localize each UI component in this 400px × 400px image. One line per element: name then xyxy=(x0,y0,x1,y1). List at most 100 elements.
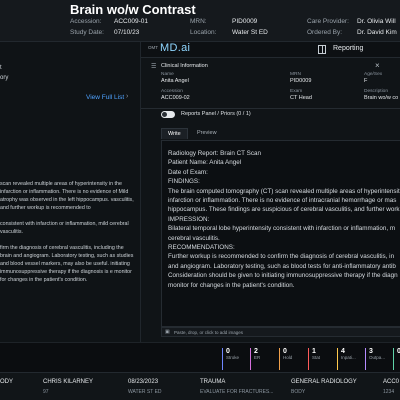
worklist-category: TRAUMA xyxy=(200,379,226,385)
worklist-location: WATER ST ED xyxy=(128,389,162,395)
priority-status-bar: 0 Stroke 2 ER 0 Hold 1 Stat 4 Inpati... … xyxy=(0,342,400,372)
report-line: cerebral vasculitis. xyxy=(168,234,220,242)
reporting-icon[interactable] xyxy=(318,45,326,54)
image-drop-bar[interactable]: ▣ Paste, drop, or click to add images xyxy=(161,327,400,337)
view-full-list-link[interactable]: View Full List xyxy=(86,94,124,101)
reports-panel-text: Reports Panel xyxy=(181,111,216,117)
status-count: 0 xyxy=(283,348,287,355)
report-line: Patient Name: Anita Angel xyxy=(168,159,242,167)
report-line: hippocampus. These findings are suspicio… xyxy=(168,206,400,214)
reporting-toolbar: OMT MD.ai Reporting xyxy=(141,42,400,58)
prior-report-paragraph: consistent with infarction or inflammati… xyxy=(0,221,129,235)
status-count: 4 xyxy=(341,348,345,355)
location-value: Water St ED xyxy=(232,29,268,36)
exam-accession: ACC009-02 xyxy=(161,95,190,101)
divider xyxy=(141,108,400,109)
study-date-meta: Study Date: 07/10/23 xyxy=(70,29,140,36)
reporting-button[interactable]: Reporting xyxy=(333,45,363,52)
chevron-right-icon[interactable]: › xyxy=(126,93,128,100)
report-line: Radiology Report: Brain CT Scan xyxy=(168,150,261,157)
description-label: Description xyxy=(364,89,388,94)
care-provider-value: Dr. Olivia Will xyxy=(357,18,396,25)
report-text[interactable]: Radiology Report: Brain CT Scan Patient … xyxy=(168,149,400,290)
report-line: FINDINGS: xyxy=(168,178,200,186)
status-stat[interactable]: 1 Stat xyxy=(308,348,330,370)
prior-report-paragraph: firm the diagnosis of cerebral vasculiti… xyxy=(0,245,134,283)
worklist-cell: ODY xyxy=(0,379,14,385)
list-icon: ☰ xyxy=(151,64,157,70)
status-outpatient[interactable]: 3 Outpa... xyxy=(365,348,387,370)
exam-description: Brain wo/w co xyxy=(364,95,399,101)
tab-preview[interactable]: Preview xyxy=(191,128,223,138)
study-date-value: 07/10/23 xyxy=(114,29,140,36)
left-panel-subheading: ory xyxy=(0,75,9,81)
mrn-meta: MRN: PID0009 xyxy=(190,18,258,25)
exam-type: CT Head xyxy=(290,95,312,101)
priors-count: Priors (0 / 1) xyxy=(220,111,251,117)
age-sex-label: Age/Sex xyxy=(364,72,383,77)
tab-write[interactable]: Write xyxy=(161,128,188,139)
worklist-date: 08/23/2023 xyxy=(128,379,159,385)
reporting-panel: OMT MD.ai Reporting ☰ Clinical Informati… xyxy=(140,42,400,342)
status-inpatient[interactable]: 4 Inpati... xyxy=(337,348,359,370)
report-line: RECOMMENDATIONS: xyxy=(168,244,235,252)
mdai-logo: MD.ai xyxy=(160,42,191,54)
report-line: Further workup is recommended to confirm… xyxy=(168,253,395,261)
prior-report-panel: t ory View Full List › scan revealed mul… xyxy=(0,42,140,342)
exam-label: Exam xyxy=(290,89,303,94)
report-line: IMPRESSION: xyxy=(168,215,210,223)
reports-panel-label: Reports Panel / Priors (0 / 1) xyxy=(181,111,251,117)
accession-value: ACC009-01 xyxy=(114,18,148,25)
image-icon: ▣ xyxy=(165,329,170,335)
status-stroke[interactable]: 0 Stroke xyxy=(222,348,244,370)
name-label: Name xyxy=(161,72,174,77)
patient-name: Anita Angel xyxy=(161,78,189,84)
worklist-row[interactable]: ODY CHRIS KILARNEY 97 08/23/2023 WATER S… xyxy=(0,372,400,400)
status-label: Stat xyxy=(312,355,321,360)
status-count: 1 xyxy=(312,348,316,355)
status-er[interactable]: 2 ER xyxy=(250,348,272,370)
status-label: Outpa... xyxy=(369,355,386,360)
care-provider-meta: Care Provider: Dr. Olivia Will xyxy=(307,18,396,25)
accession-meta: Accession: ACC009-01 xyxy=(70,18,148,25)
left-panel-heading: t xyxy=(0,65,2,71)
report-line: Bilateral temporal lobe hyperintensity c… xyxy=(168,225,396,233)
ordered-by-meta: Ordered By: Dr. David Kim xyxy=(307,29,397,36)
status-hold[interactable]: 0 Hold xyxy=(279,348,301,370)
worklist-patient-name: CHRIS KILARNEY xyxy=(43,379,94,385)
status-count: 2 xyxy=(254,348,258,355)
worklist-accession-id: 1234 xyxy=(383,389,395,395)
patient-age-sex: F xyxy=(364,78,368,84)
worklist-patient-age: 97 xyxy=(43,389,49,395)
mrn-label: MRN xyxy=(290,72,301,77)
prior-report-text: scan revealed multiple areas of hyperint… xyxy=(0,180,136,292)
mrn-value: PID0009 xyxy=(232,18,258,25)
patient-mrn: PID0009 xyxy=(290,78,312,84)
app-root: Brain wo/w Contrast Accession: ACC009-01 … xyxy=(0,0,400,400)
report-line: infarction or inflammation. There is no … xyxy=(168,197,397,205)
study-header: Brain wo/w Contrast Accession: ACC009-01 … xyxy=(0,0,400,42)
report-line: Consideration should be given to initiat… xyxy=(168,272,398,280)
status-label: Hold xyxy=(283,355,293,360)
clinical-info-title: Clinical Information xyxy=(161,63,208,69)
location-meta: Location: Water St ED xyxy=(190,29,268,36)
worklist-body-part: BODY xyxy=(291,389,306,395)
worklist-accession: ACC0 xyxy=(383,379,400,385)
status-count: 3 xyxy=(369,348,373,355)
close-icon[interactable]: × xyxy=(375,61,380,70)
report-line: The brain computed tomography (CT) scan … xyxy=(168,187,400,195)
study-title: Brain wo/w Contrast xyxy=(70,2,196,17)
worklist-department: GENERAL RADIOLOGY xyxy=(291,379,357,385)
report-editor[interactable]: Radiology Report: Brain CT Scan Patient … xyxy=(161,140,400,327)
accession-label: Accession xyxy=(161,89,183,94)
status-label: Stroke xyxy=(226,355,240,360)
prior-report-paragraph: scan revealed multiple areas of hyperint… xyxy=(0,181,134,211)
image-drop-hint: Paste, drop, or click to add images xyxy=(174,330,244,335)
ordered-by-value: Dr. David Kim xyxy=(357,29,397,36)
report-line: Date of Exam: xyxy=(168,168,208,176)
reports-panel-toggle[interactable] xyxy=(161,111,175,118)
brand-prefix: OMT xyxy=(148,45,158,50)
worklist-reason: EVALUATE FOR FRACTURES... xyxy=(200,389,274,395)
status-count: 0 xyxy=(226,348,230,355)
status-other[interactable]: 0 xyxy=(393,348,400,370)
